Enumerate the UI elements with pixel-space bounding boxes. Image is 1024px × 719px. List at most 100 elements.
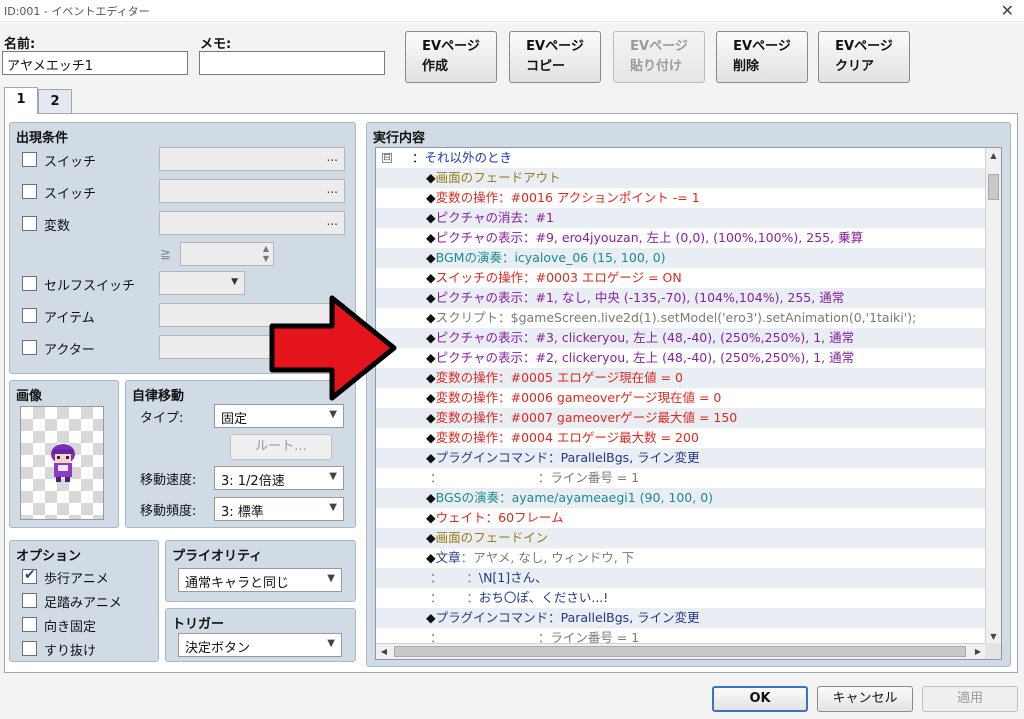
ev-page-paste-button[interactable]: EVページ 貼り付け <box>613 31 705 83</box>
list-item[interactable]: ◆変数の操作：#0006 gameoverゲージ現在値 = 0 <box>376 388 986 408</box>
horizontal-scrollbar[interactable]: ◀ ▶ <box>376 643 986 659</box>
option-through-checkbox[interactable] <box>22 641 37 656</box>
hscroll-thumb <box>394 646 966 657</box>
tab-page-2[interactable]: 2 <box>38 89 72 114</box>
list-item[interactable]: ◆画面のフェードイン <box>376 528 986 548</box>
move-frequency-select[interactable]: 3: 標準 ▼ <box>214 497 344 521</box>
condition-variable-checkbox[interactable] <box>22 216 37 231</box>
condition-switch2-select[interactable]: ... <box>159 179 345 203</box>
name-input[interactable]: アヤメエッチ1 <box>2 51 188 75</box>
list-item[interactable]: ◆BGMの演奏：icyalove_06 (15, 100, 0) <box>376 248 986 268</box>
command-text: スイッチの操作：#0003 エロゲージ = ON <box>435 270 682 285</box>
command-text: ◆ <box>426 350 436 365</box>
apply-button[interactable]: 適用 <box>922 686 1018 712</box>
list-item[interactable]: ◆ウェイト：60フレーム <box>376 508 986 528</box>
close-icon[interactable]: ✕ <box>1001 1 1014 20</box>
command-text: スクリプト： <box>435 310 511 325</box>
options-group: オプション 歩行アニメ 足踏みアニメ 向き固定 すり抜け <box>9 540 159 662</box>
list-item[interactable]: ◆画面のフェードアウト <box>376 168 986 188</box>
command-text: BGSの演奏：ayame/ayameaegi1 (90, 100, 0) <box>435 490 714 505</box>
option-stepping-anim-checkbox[interactable] <box>22 593 37 608</box>
condition-switch1-checkbox[interactable] <box>22 152 37 167</box>
list-item[interactable]: ◆プラグインコマンド：ParallelBgs, ライン変更 <box>376 608 986 628</box>
event-image-preview[interactable] <box>20 406 104 520</box>
condition-switch2-checkbox[interactable] <box>22 184 37 199</box>
command-text: プラグインコマンド：ParallelBgs, ライン変更 <box>435 450 700 465</box>
list-item[interactable]: ◆変数の操作：#0016 アクションポイント -= 1 <box>376 188 986 208</box>
command-text: ： <box>412 150 425 165</box>
option-direction-fix-label: 向き固定 <box>44 620 97 635</box>
command-text: 画面のフェードアウト <box>435 170 561 185</box>
list-item[interactable]: ◆ピクチャの表示：#9, ero4jyouzan, 左上 (0,0), (100… <box>376 228 986 248</box>
list-item[interactable]: ◆変数の操作：#0004 エロゲージ最大数 = 200 <box>376 428 986 448</box>
command-text: ピクチャの表示：#1, なし, 中央 (-135,-70), (104%,104… <box>435 290 845 305</box>
list-item[interactable]: ： ：ライン番号 = 1 <box>376 468 986 488</box>
command-text: ◆ <box>426 410 436 425</box>
list-item[interactable]: ◆スイッチの操作：#0003 エロゲージ = ON <box>376 268 986 288</box>
command-text: 変数の操作：#0004 エロゲージ最大数 = 200 <box>435 430 699 445</box>
list-item[interactable]: ◆ピクチャの消去：#1 <box>376 208 986 228</box>
scroll-right-icon: ▶ <box>974 647 982 656</box>
ev-page-delete-button[interactable]: EVページ 削除 <box>716 31 808 83</box>
list-item[interactable]: ◆文章：アヤメ, なし, ウィンドウ, 下 <box>376 548 986 568</box>
list-item[interactable]: ◆プラグインコマンド：ParallelBgs, ライン変更 <box>376 448 986 468</box>
move-speed-label: 移動速度: <box>140 473 197 488</box>
list-item[interactable]: ◆ピクチャの表示：#3, clickeryou, 左上 (48,-40), (2… <box>376 328 986 348</box>
condition-variable-value-stepper[interactable]: ▲ ▼ <box>180 242 274 266</box>
move-frequency-label: 移動頻度: <box>140 504 197 519</box>
ev-page-create-button[interactable]: EVページ 作成 <box>405 31 497 83</box>
scroll-corner <box>985 643 1001 659</box>
move-speed-select[interactable]: 3: 1/2倍速 ▼ <box>214 466 344 490</box>
condition-item-checkbox[interactable] <box>22 308 37 323</box>
command-text: BGMの演奏：icyalove_06 (15, 100, 0) <box>435 250 666 265</box>
option-walking-anim-checkbox[interactable] <box>22 567 37 584</box>
list-item[interactable]: ◆スクリプト：$gameScreen.live2d(1).setModel('e… <box>376 308 986 328</box>
command-text: ◆ <box>426 610 436 625</box>
priority-select[interactable]: 通常キャラと同じ ▼ <box>178 568 342 592</box>
trigger-select[interactable]: 決定ボタン ▼ <box>178 633 342 657</box>
list-item[interactable]: ◆変数の操作：#0005 エロゲージ現在値 = 0 <box>376 368 986 388</box>
command-text: ：アヤメ, なし, ウィンドウ, 下 <box>460 550 635 565</box>
condition-variable-select[interactable]: ... <box>159 211 345 235</box>
list-item[interactable]: ： ：おち〇ぽ、ください...! <box>376 588 986 608</box>
condition-item-label: アイテム <box>44 311 95 326</box>
condition-actor-checkbox[interactable] <box>22 340 37 355</box>
chevron-down-icon: ▼ <box>327 573 335 584</box>
gte-symbol: ≧ <box>160 247 171 262</box>
command-text: おち〇ぽ、ください...! <box>478 590 609 605</box>
ok-button[interactable]: OK <box>712 686 808 712</box>
vertical-scrollbar[interactable]: ▲ ▼ <box>985 148 1001 645</box>
condition-selfswitch-checkbox[interactable] <box>22 276 37 291</box>
command-text: ： <box>430 570 443 585</box>
list-item[interactable]: ： ：\N[1]さん、 <box>376 568 986 588</box>
list-item-branch[interactable]: ⊟ ：それ以外のとき <box>376 148 986 168</box>
command-text: $gameScreen.live2d(1).setModel('ero3').s… <box>510 310 917 325</box>
condition-selfswitch-label: セルフスイッチ <box>44 279 136 294</box>
event-command-list[interactable]: ⊟ ：それ以外のとき ◆画面のフェードアウト ◆変数の操作：#0016 アクションポイ… <box>375 147 1002 660</box>
move-type-select[interactable]: 固定 ▼ <box>214 404 344 428</box>
name-label: 名前: <box>4 37 36 52</box>
collapse-icon[interactable]: ⊟ <box>382 153 392 163</box>
list-item[interactable]: ◆BGSの演奏：ayame/ayameaegi1 (90, 100, 0) <box>376 488 986 508</box>
list-item[interactable]: ◆ピクチャの表示：#1, なし, 中央 (-135,-70), (104%,10… <box>376 288 986 308</box>
red-arrow-icon <box>269 295 397 401</box>
memo-input[interactable] <box>199 51 385 75</box>
cancel-button[interactable]: キャンセル <box>817 686 913 712</box>
move-route-button[interactable]: ルート... <box>230 434 332 460</box>
ev-page-copy-button[interactable]: EVページ コピー <box>509 31 601 83</box>
scroll-up-icon: ▲ <box>990 151 997 160</box>
command-text: ◆ <box>426 290 436 305</box>
condition-switch1-select[interactable]: ... <box>159 147 345 171</box>
list-item[interactable]: ◆ピクチャの表示：#2, clickeryou, 左上 (48,-40), (2… <box>376 348 986 368</box>
tab-page-1[interactable]: 1 <box>4 87 38 114</box>
ev-page-clear-button[interactable]: EVページ クリア <box>818 31 910 83</box>
command-text: ◆ <box>426 530 436 545</box>
option-direction-fix-checkbox[interactable] <box>22 617 37 632</box>
command-text: ： <box>430 470 443 485</box>
memo-label: メモ: <box>200 37 232 52</box>
list-item[interactable]: ◆変数の操作：#0007 gameoverゲージ最大値 = 150 <box>376 408 986 428</box>
command-text: プラグインコマンド：ParallelBgs, ライン変更 <box>435 610 700 625</box>
autonomous-title: 自律移動 <box>132 389 185 404</box>
condition-selfswitch-select[interactable]: ▼ <box>159 271 245 295</box>
condition-switch2-label: スイッチ <box>44 187 97 202</box>
